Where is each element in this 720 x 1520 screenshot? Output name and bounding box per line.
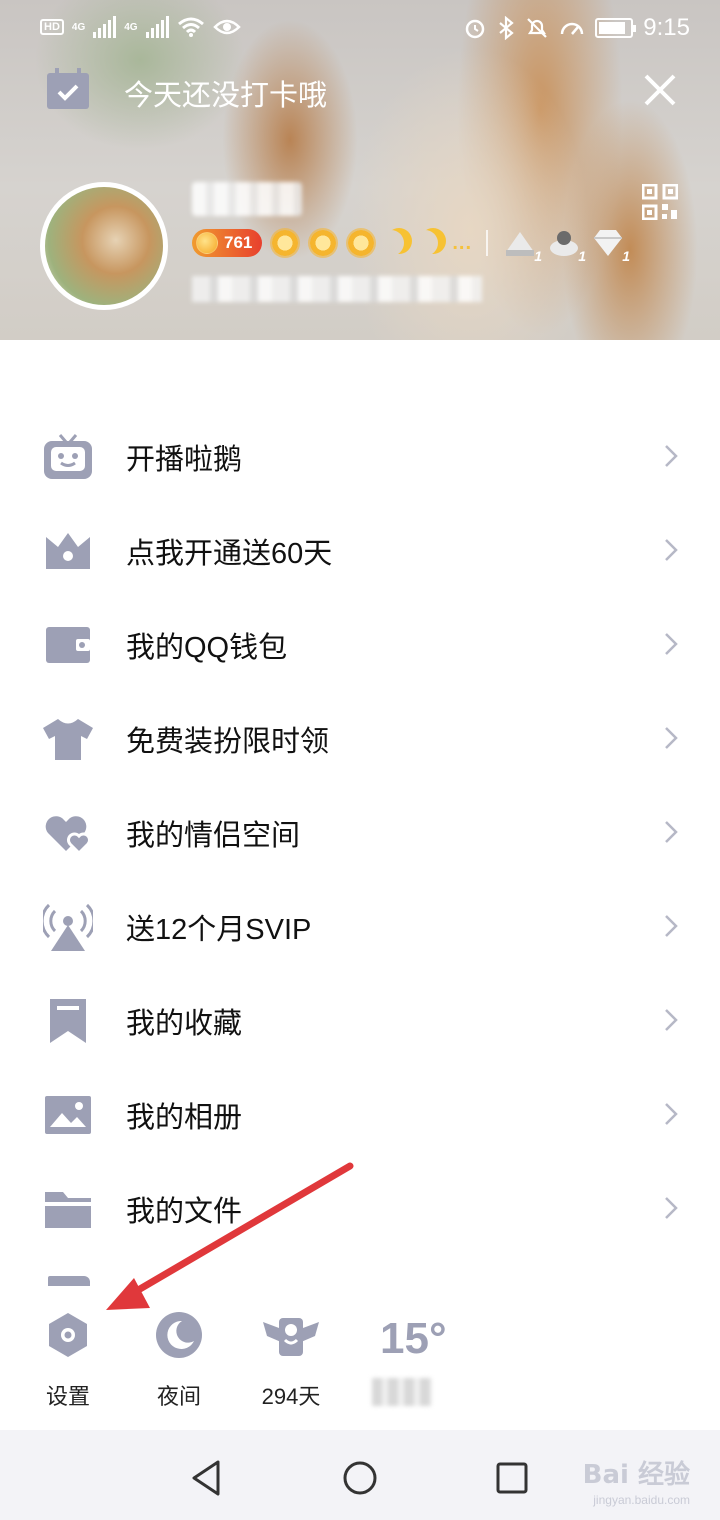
medal-count: 1: [534, 248, 543, 264]
signal-icon-2: [145, 16, 169, 38]
penguin-medal-icon[interactable]: 1: [546, 228, 586, 264]
chevron-right-icon: [665, 539, 678, 561]
diamond-medal-icon[interactable]: 1: [590, 228, 630, 264]
menu-item-couple-space[interactable]: 我的情侣空间: [0, 786, 720, 880]
settings-button[interactable]: 设置: [18, 1300, 118, 1411]
weather-city-blurred: [372, 1378, 432, 1406]
recents-square-icon[interactable]: [492, 1458, 532, 1498]
level-more: ...: [452, 231, 473, 254]
sun-level-icon: [346, 228, 377, 258]
status-right: 9:15: [463, 14, 690, 42]
folder-icon: [40, 1184, 96, 1234]
moon-icon: [156, 1312, 202, 1358]
menu-item-label: 开播啦鹅: [126, 444, 243, 476]
menu-item-album[interactable]: 我的相册: [0, 1068, 720, 1162]
menu-item-label: 我的QQ钱包: [126, 632, 288, 664]
hd-indicator: HD: [40, 19, 64, 35]
crown-icon: [40, 526, 96, 576]
menu-item-wallet[interactable]: 我的QQ钱包: [0, 598, 720, 692]
status-bar: HD 4G 4G 9:15: [0, 0, 720, 62]
wifi-icon: [177, 17, 204, 37]
sun-level-icon: [270, 228, 301, 258]
signal-icon: [93, 16, 117, 38]
hat-medal-icon[interactable]: 1: [502, 228, 542, 264]
menu-item-label: 我的情侣空间: [126, 820, 301, 852]
chevron-right-icon: [665, 915, 678, 937]
moon-level-icon: [412, 230, 438, 256]
back-triangle-icon[interactable]: [186, 1458, 226, 1498]
hearts-icon: [40, 808, 96, 858]
profile-header: HD 4G 4G 9:15 今天还没打卡哦 761 ... 1 1 1: [0, 0, 720, 340]
home-circle-icon[interactable]: [340, 1458, 380, 1498]
menu-item-vip-offer[interactable]: 点我开通送60天: [0, 504, 720, 598]
network-4g-label: 4G: [71, 21, 86, 33]
coin-icon: [196, 232, 218, 254]
watermark-brand: Bai 经验: [582, 1460, 690, 1490]
chevron-right-icon: [665, 1197, 678, 1219]
battery-icon: [595, 18, 637, 38]
level-row[interactable]: 761 ... 1 1 1: [192, 228, 630, 264]
menu-item-label: 我的文件: [126, 1196, 243, 1228]
mute-bell-icon: [527, 18, 548, 38]
chevron-right-icon: [665, 821, 678, 843]
signature-blurred: [192, 276, 482, 302]
alarm-icon: [466, 19, 485, 39]
level-number: 761: [224, 233, 253, 252]
menu-item-svip-offer[interactable]: 送12个月SVIP: [0, 880, 720, 974]
close-icon[interactable]: [640, 70, 680, 110]
chevron-right-icon: [665, 445, 678, 467]
speed-gauge-icon: [561, 22, 584, 35]
drawer-menu: 开播啦鹅 点我开通送60天 我的QQ钱包 免费装扮限时领 我的情侣空间 送12个…: [0, 410, 720, 1286]
checkin-reminder-text[interactable]: 今天还没打卡哦: [124, 72, 327, 114]
chevron-right-icon: [665, 1009, 678, 1031]
status-left: HD 4G 4G: [40, 16, 241, 38]
menu-item-label: 我的相册: [126, 1102, 243, 1134]
nickname-blurred: [192, 182, 302, 216]
winged-penguin-icon: [263, 1318, 319, 1356]
bluetooth-icon: [499, 16, 514, 40]
sun-level-icon: [308, 228, 339, 258]
menu-item-label: 免费装扮限时领: [126, 726, 330, 758]
avatar[interactable]: [40, 182, 168, 310]
clock: 9:15: [643, 14, 690, 41]
menu-item-label: 我的收藏: [126, 1008, 243, 1040]
level-badge[interactable]: 761: [192, 229, 263, 257]
divider: [486, 230, 489, 256]
network-4g-label-2: 4G: [124, 21, 138, 33]
wallet-icon: [40, 620, 96, 670]
menu-item-files[interactable]: 我的文件: [0, 1162, 720, 1256]
night-mode-button[interactable]: 夜间: [129, 1300, 229, 1411]
gear-icon: [49, 1313, 87, 1357]
menu-item-dressup[interactable]: 免费装扮限时领: [0, 692, 720, 786]
settings-label: 设置: [45, 1384, 90, 1409]
menu-item-live[interactable]: 开播啦鹅: [0, 410, 720, 504]
tshirt-icon: [40, 714, 96, 764]
chevron-right-icon: [665, 633, 678, 655]
qr-code-icon[interactable]: [642, 184, 678, 220]
bookmark-icon: [40, 996, 96, 1046]
calendar-check-icon[interactable]: [46, 68, 90, 110]
menu-item-label: 点我开通送60天: [126, 538, 333, 570]
tv-robot-icon: [40, 432, 96, 482]
medal-count: 1: [578, 248, 587, 264]
menu-more-peek: [48, 1276, 90, 1286]
bottom-quick-bar: 设置 夜间 294天 15°: [0, 1300, 720, 1420]
baidu-watermark: Bai 经验 jingyan.baidu.com: [583, 1454, 690, 1507]
photo-icon: [40, 1090, 96, 1140]
active-days-button[interactable]: 294天: [241, 1300, 341, 1411]
menu-item-label: 送12个月SVIP: [126, 914, 312, 946]
watermark-url: jingyan.baidu.com: [593, 1493, 690, 1507]
weather-temperature[interactable]: 15°: [380, 1314, 447, 1364]
chevron-right-icon: [665, 727, 678, 749]
active-days-label: 294天: [261, 1384, 321, 1409]
chevron-right-icon: [665, 1103, 678, 1125]
system-navigation-bar: Bai 经验 jingyan.baidu.com: [0, 1430, 720, 1520]
broadcast-icon: [40, 902, 96, 952]
menu-item-favorites[interactable]: 我的收藏: [0, 974, 720, 1068]
night-label: 夜间: [156, 1384, 201, 1409]
moon-level-icon: [378, 230, 404, 256]
eye-icon: [212, 19, 241, 35]
medal-count: 1: [622, 248, 631, 264]
